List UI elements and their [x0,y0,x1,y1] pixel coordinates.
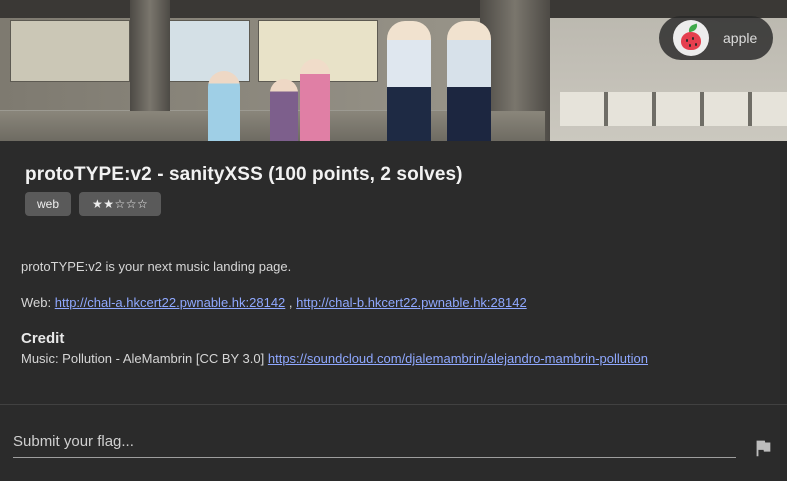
web-separator: , [288,295,293,310]
credit-heading: Credit [21,330,65,347]
web-link-a[interactable]: http://chal-a.hkcert22.pwnable.hk:28142 [55,295,286,310]
user-menu[interactable]: apple [659,16,773,60]
submit-flag-button[interactable] [752,437,774,459]
user-name: apple [723,30,758,46]
web-links: Web: http://chal-a.hkcert22.pwnable.hk:2… [21,295,527,310]
divider [0,404,787,405]
challenge-details: protoTYPE:v2 - sanityXSS (100 points, 2 … [0,142,787,404]
difficulty-tag[interactable]: ★★☆☆☆ [79,192,162,216]
flag-icon [756,440,771,457]
category-tag[interactable]: web [25,192,72,216]
music-credit-text: Music: Pollution - AleMambrin [CC BY 3.0… [21,351,265,366]
challenge-description: protoTYPE:v2 is your next music landing … [21,259,292,274]
music-credit: Music: Pollution - AleMambrin [CC BY 3.0… [21,351,648,366]
flag-input[interactable] [13,426,736,458]
apple-avatar-icon [673,20,709,56]
music-link[interactable]: https://soundcloud.com/djalemambrin/alej… [268,351,648,366]
web-label: Web: [21,295,52,310]
web-link-b[interactable]: http://chal-b.hkcert22.pwnable.hk:28142 [296,295,527,310]
challenge-tags: web ★★☆☆☆ [25,192,162,216]
challenge-title: protoTYPE:v2 - sanityXSS (100 points, 2 … [25,164,463,185]
